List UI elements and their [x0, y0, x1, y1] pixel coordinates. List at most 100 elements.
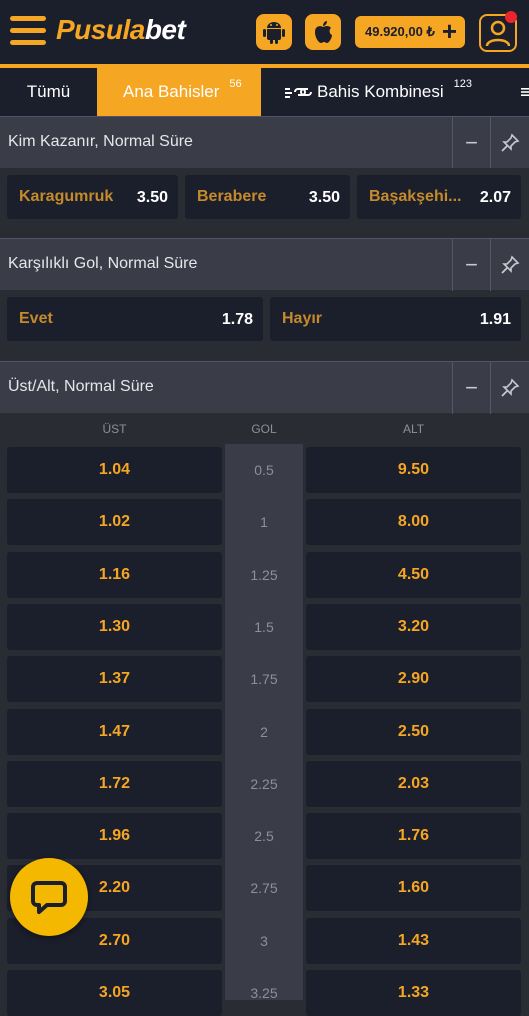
overunder-row: 3.05 3.25 1.33: [0, 970, 529, 1016]
section-title: Üst/Alt, Normal Süre: [8, 378, 154, 395]
odd-button-under[interactable]: 4.50: [306, 551, 521, 598]
odd-button-under[interactable]: 8.00: [306, 499, 521, 546]
column-header-over: ÜST: [102, 422, 127, 436]
pin-icon: [501, 378, 520, 397]
overunder-row: 1.72 2.25 2.03: [0, 760, 529, 807]
minus-icon: −: [465, 252, 478, 277]
odd-button-under[interactable]: 9.50: [306, 447, 521, 493]
odd-button-under[interactable]: 3.20: [306, 603, 521, 650]
android-icon: [263, 22, 285, 44]
section-header-btts[interactable]: Karşılıklı Gol, Normal Süre −: [0, 238, 529, 291]
minus-icon: −: [465, 375, 478, 400]
overunder-row: 1.30 1.5 3.20: [0, 603, 529, 650]
odd-button-draw[interactable]: Berabere 3.50: [185, 175, 350, 219]
pin-button[interactable]: [490, 239, 529, 291]
option-label: Hayır: [282, 310, 323, 327]
odd-button-home[interactable]: Karagumruk 3.50: [7, 175, 178, 219]
section-header-winner[interactable]: Kim Kazanır, Normal Süre −: [0, 116, 529, 169]
odd-button-under[interactable]: 2.50: [306, 708, 521, 755]
notification-dot: [505, 11, 517, 23]
odd-button-over[interactable]: 1.02: [7, 499, 222, 546]
odd-button-under[interactable]: 2.03: [306, 760, 521, 807]
goal-line-value: 2.5: [254, 828, 274, 845]
odd-button-over[interactable]: 3.05: [7, 970, 222, 1016]
brand-logo[interactable]: Pusulabet: [56, 14, 186, 46]
goal-line-value: 1.75: [250, 671, 278, 688]
tab-all[interactable]: Tümü: [0, 68, 97, 116]
collapse-button[interactable]: −: [452, 239, 490, 291]
minus-icon: −: [465, 130, 478, 155]
collapse-button[interactable]: −: [452, 362, 490, 414]
tab-label: Ana Bahisler: [123, 82, 220, 101]
odd-button-over[interactable]: 1.72: [7, 760, 222, 807]
balance-amount: 49.920,00 ₺: [365, 24, 435, 39]
section-title: Karşılıklı Gol, Normal Süre: [8, 255, 198, 272]
option-odd: 1.91: [479, 311, 511, 328]
odd-button-under[interactable]: 1.33: [306, 970, 521, 1016]
column-header-goal: GOL: [251, 422, 277, 436]
odd-button-under[interactable]: 1.60: [306, 865, 521, 912]
ios-app-button[interactable]: [305, 14, 341, 50]
goal-line-value: 1: [260, 514, 268, 531]
odd-button-no[interactable]: Hayır 1.91: [270, 297, 521, 341]
goal-line-value: 1.25: [250, 566, 278, 583]
odd-button-over[interactable]: 1.16: [7, 551, 222, 598]
overunder-row: 1.02 1 8.00: [0, 499, 529, 546]
apple-icon: [315, 21, 332, 43]
tab-label: Tümü: [26, 82, 71, 101]
odd-button-away[interactable]: Başakşehi... 2.07: [357, 175, 521, 219]
odd-button-over[interactable]: 1.47: [7, 708, 222, 755]
goal-line-value: 2.75: [250, 880, 278, 897]
column-header-under: ALT: [402, 422, 425, 436]
overunder-row: 1.47 2 2.50: [0, 708, 529, 755]
odd-button-over[interactable]: 1.04: [7, 447, 222, 493]
logo-text-part1: Pusula: [56, 14, 145, 45]
goal-line-value: 0.5: [254, 462, 274, 478]
tab-main-bets[interactable]: Ana Bahisler 56: [97, 68, 261, 116]
collapse-button[interactable]: −: [452, 117, 490, 169]
overunder-row: 1.16 1.25 4.50: [0, 551, 529, 598]
goal-line-value: 3: [260, 932, 268, 949]
market-tabs: Tümü Ana Bahisler 56 Bahis Kombinesi 123: [0, 68, 529, 116]
goal-line-value: 2.25: [250, 775, 278, 792]
goal-line-value: 1.5: [254, 618, 274, 635]
odd-button-over[interactable]: 1.30: [7, 603, 222, 650]
android-app-button[interactable]: [256, 14, 292, 50]
tab-more[interactable]: [511, 68, 529, 116]
overunder-row: 1.04 0.5 9.50: [0, 447, 529, 493]
option-label: Berabere: [197, 188, 267, 205]
list-icon: [521, 88, 529, 96]
overunder-column-headers: ÜST GOL ALT: [0, 414, 529, 444]
pin-icon: [501, 255, 520, 274]
odd-button-over[interactable]: 1.37: [7, 656, 222, 703]
tab-bet-combo[interactable]: Bahis Kombinesi 123: [261, 68, 511, 116]
odd-button-under[interactable]: 2.90: [306, 656, 521, 703]
pin-icon: [501, 133, 520, 152]
balance-button[interactable]: 49.920,00 ₺ +: [355, 16, 465, 48]
option-odd: 1.78: [221, 311, 253, 328]
goal-line-value: 2: [260, 723, 268, 740]
odd-button-under[interactable]: 1.43: [306, 917, 521, 964]
option-odd: 3.50: [308, 189, 340, 206]
menu-icon[interactable]: [10, 16, 46, 46]
option-odd: 3.50: [136, 189, 168, 206]
overunder-row: 2.70 3 1.43: [0, 917, 529, 964]
combo-icon: [285, 88, 312, 98]
logo-text-part2: bet: [144, 14, 186, 45]
section-title: Kim Kazanır, Normal Süre: [8, 133, 193, 150]
tab-count: 56: [229, 78, 242, 90]
option-label: Başakşehi...: [369, 188, 462, 205]
option-label: Karagumruk: [19, 188, 114, 205]
plus-icon: +: [441, 16, 457, 46]
goal-line-value: 3.25: [250, 985, 278, 1001]
pin-button[interactable]: [490, 362, 529, 414]
tab-label: Bahis Kombinesi: [317, 82, 444, 101]
section-header-overunder[interactable]: Üst/Alt, Normal Süre −: [0, 361, 529, 414]
odd-button-over[interactable]: 1.96: [7, 813, 222, 860]
option-label: Evet: [19, 310, 53, 327]
odd-button-yes[interactable]: Evet 1.78: [7, 297, 263, 341]
pin-button[interactable]: [490, 117, 529, 169]
odd-button-under[interactable]: 1.76: [306, 813, 521, 860]
live-chat-button[interactable]: [10, 858, 88, 936]
overunder-row: 1.96 2.5 1.76: [0, 813, 529, 860]
